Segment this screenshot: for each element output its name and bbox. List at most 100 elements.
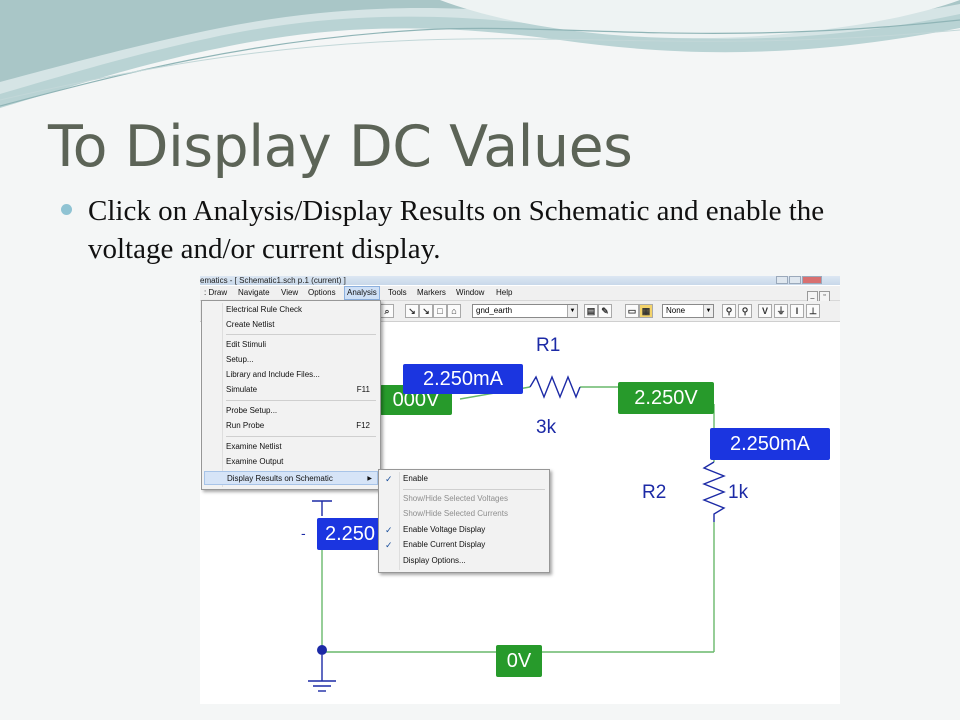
menu-view[interactable]: View (279, 286, 300, 300)
probe-voltage-icon[interactable]: ⚲ (722, 304, 736, 318)
window-titlebar: ematics - [ Schematic1.sch p.1 (current)… (200, 276, 840, 285)
menu-item-examine-netlist[interactable]: Examine Netlist (202, 440, 380, 454)
menu-tools[interactable]: Tools (386, 286, 409, 300)
submenu-item-display-options[interactable]: Display Options... (379, 554, 549, 568)
resistor-r1-symbol (529, 375, 581, 399)
slide-title: To Display DC Values (48, 114, 633, 180)
menu-shortcut: F12 (356, 421, 370, 430)
submenu-item-show-hide-currents[interactable]: Show/Hide Selected Currents (379, 507, 549, 521)
r1-value: 3k (536, 417, 557, 438)
draw-wire-icon[interactable]: ↘ (405, 304, 419, 318)
menu-item-run-probe[interactable]: Run Probe F12 (202, 419, 380, 433)
menu-item-electrical-rule-check[interactable]: Electrical Rule Check (202, 303, 380, 317)
menu-item-label: Library and Include Files... (226, 370, 320, 379)
menu-item-label: Show/Hide Selected Voltages (403, 494, 508, 503)
r1-current-label[interactable]: 2.250mA (403, 364, 523, 394)
menu-item-label: Run Probe (226, 421, 265, 430)
source-minus-sign: - (301, 525, 306, 541)
minimize-icon[interactable] (776, 276, 788, 284)
menu-item-edit-stimuli[interactable]: Edit Stimuli (202, 338, 380, 352)
menu-item-label: Setup... (226, 355, 254, 364)
menu-item-label: Enable Voltage Display (403, 525, 486, 534)
draw-block-icon[interactable]: □ (433, 304, 447, 318)
markers-icon[interactable]: ▦ (639, 304, 653, 318)
draw-bus-icon[interactable]: ↘ (419, 304, 433, 318)
bullet-text: Click on Analysis/Display Results on Sch… (88, 195, 825, 265)
menu-help[interactable]: Help (494, 286, 514, 300)
current-display-button[interactable]: I (790, 304, 804, 318)
menu-item-label: Probe Setup... (226, 406, 278, 415)
submenu-item-enable[interactable]: ✓ Enable (379, 472, 549, 486)
part-combo-value: gnd_earth (476, 306, 513, 315)
app-screenshot: R1 3k R2 1k - 000V 2.250mA 2.250V 2.250m… (200, 276, 840, 704)
ground-voltage-label[interactable]: 0V (496, 645, 542, 677)
menu-item-label: Display Options... (403, 556, 466, 565)
checkmark-icon: ✓ (385, 474, 393, 484)
setup-icon[interactable]: ▭ (625, 304, 639, 318)
menu-markers[interactable]: Markers (415, 286, 448, 300)
probe-icon[interactable]: ✎ (598, 304, 612, 318)
menu-separator (226, 400, 376, 401)
menu-item-create-netlist[interactable]: Create Netlist (202, 318, 380, 332)
checkmark-icon: ✓ (385, 540, 393, 550)
display-results-submenu: ✓ Enable Show/Hide Selected Voltages Show… (378, 469, 550, 573)
menu-navigate[interactable]: Navigate (236, 286, 272, 300)
r1-name: R1 (536, 335, 561, 356)
menu-item-library-include[interactable]: Library and Include Files... (202, 368, 380, 382)
window-buttons (775, 276, 822, 285)
menu-item-label: Enable Current Display (403, 540, 486, 549)
menu-item-simulate[interactable]: Simulate F11 (202, 383, 380, 397)
zoom-combo-value: None (666, 306, 686, 315)
wattage-display-icon[interactable]: ⏚ (774, 304, 788, 318)
zoom-icon[interactable]: ⌕ (380, 304, 394, 318)
r2-name: R2 (642, 482, 667, 503)
part-combo[interactable]: gnd_earth ▼ (472, 304, 578, 318)
menu-item-label: Create Netlist (226, 320, 275, 329)
mdi-window-buttons: _ ▫ (806, 288, 830, 302)
close-icon[interactable] (802, 276, 822, 284)
menu-item-label: Examine Output (226, 457, 284, 466)
submenu-arrow-icon: ▶ (367, 476, 372, 482)
menu-window[interactable]: Window (454, 286, 486, 300)
menu-item-label: Enable (403, 474, 428, 483)
submenu-item-enable-voltage[interactable]: ✓ Enable Voltage Display (379, 523, 549, 537)
mid-node-voltage-label[interactable]: 2.250V (618, 382, 714, 414)
menubar: : Draw Navigate View Options Analysis To… (200, 286, 840, 302)
chevron-down-icon[interactable]: ▼ (567, 305, 577, 317)
menu-item-label: Display Results on Schematic (227, 474, 333, 483)
window-title: ematics - [ Schematic1.sch p.1 (current)… (200, 276, 346, 285)
maximize-icon[interactable] (789, 276, 801, 284)
voltage-display-button[interactable]: V (758, 304, 772, 318)
menu-item-label: Edit Stimuli (226, 340, 267, 349)
menu-item-probe-setup[interactable]: Probe Setup... (202, 404, 380, 418)
header-swoosh (0, 0, 960, 110)
checkmark-icon: ✓ (385, 525, 393, 535)
menu-analysis[interactable]: Analysis (344, 286, 380, 300)
resistor-r2-symbol (702, 461, 726, 522)
simulate-icon[interactable]: ▤ (584, 304, 598, 318)
get-part-icon[interactable]: ⌂ (447, 304, 461, 318)
menu-item-display-results[interactable]: Display Results on Schematic ▶ (204, 471, 378, 485)
menu-draw[interactable]: : Draw (202, 286, 229, 300)
bullet-marker (61, 204, 72, 215)
zoom-combo[interactable]: None ▼ (662, 304, 714, 318)
menu-item-setup[interactable]: Setup... (202, 353, 380, 367)
analysis-menu: Electrical Rule Check Create Netlist Edi… (201, 300, 381, 490)
submenu-item-enable-current[interactable]: ✓ Enable Current Display (379, 538, 549, 552)
power-display-icon[interactable]: ⊥ (806, 304, 820, 318)
menu-separator (403, 489, 545, 490)
menu-separator (226, 436, 376, 437)
menu-item-label: Show/Hide Selected Currents (403, 509, 508, 518)
menu-item-examine-output[interactable]: Examine Output (202, 455, 380, 469)
chevron-down-icon[interactable]: ▼ (703, 305, 713, 317)
menu-item-label: Examine Netlist (226, 442, 282, 451)
menu-item-label: Simulate (226, 385, 258, 394)
r2-value: 1k (728, 482, 749, 503)
probe-current-icon[interactable]: ⚲ (738, 304, 752, 318)
menu-options[interactable]: Options (306, 286, 338, 300)
submenu-item-show-hide-voltages[interactable]: Show/Hide Selected Voltages (379, 492, 549, 506)
r2-current-label[interactable]: 2.250mA (710, 428, 830, 460)
menu-separator (226, 334, 376, 335)
junction-dot (317, 645, 327, 655)
menu-item-label: Electrical Rule Check (226, 305, 303, 314)
